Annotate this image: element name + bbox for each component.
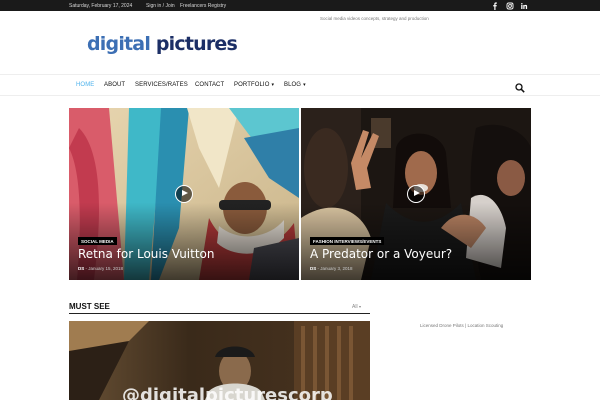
top-bar: Saturday, February 17, 2024 Sign in / Jo… xyxy=(0,0,600,11)
post-title[interactable]: A Predator or a Voyeur? xyxy=(310,247,452,261)
site-logo[interactable]: digital pictures xyxy=(87,33,238,55)
current-date: Saturday, February 17, 2024 xyxy=(69,3,133,9)
featured-post-2[interactable]: FASHION INTERVIEWS/EVENTS A Predator or … xyxy=(301,108,531,280)
logo-word-pictures: pictures xyxy=(155,33,238,55)
chevron-down-icon: ▾ xyxy=(303,82,306,88)
nav-item-portfolio[interactable]: PORTFOLIO ▾ xyxy=(234,82,274,88)
nav-blog-label: BLOG xyxy=(284,82,302,88)
post-author[interactable]: DS xyxy=(78,266,84,271)
nav-portfolio-label: PORTFOLIO xyxy=(234,82,270,88)
facebook-icon[interactable] xyxy=(491,2,499,10)
sidebar-ad-caption[interactable]: Licensed Drone Pilots | Location Scoutin… xyxy=(420,323,503,328)
instagram-icon[interactable] xyxy=(506,2,514,10)
section-divider xyxy=(69,313,370,314)
post-category-badge[interactable]: SOCIAL MEDIA xyxy=(78,237,117,245)
post-date: January 3, 2018 xyxy=(320,266,353,271)
linkedin-icon[interactable] xyxy=(520,2,528,10)
nav-item-home[interactable]: HOME xyxy=(76,82,94,88)
post-meta: DS - January 3, 2018 xyxy=(310,266,353,271)
filter-label: All xyxy=(352,304,358,310)
image-overlay-text: @digitalpicturescorp xyxy=(122,385,333,400)
chevron-down-icon: ▾ xyxy=(271,82,275,88)
post-date: January 15, 2018 xyxy=(88,266,124,271)
must-see-filter-dropdown[interactable]: All ▾ xyxy=(352,304,361,310)
post-author[interactable]: DS xyxy=(310,266,316,271)
play-icon[interactable] xyxy=(407,185,425,203)
nav-item-services[interactable]: SERVICES/RATES xyxy=(135,82,188,88)
post-title[interactable]: Retna for Louis Vuitton xyxy=(78,247,215,261)
nav-item-about[interactable]: ABOUT xyxy=(104,82,125,88)
logo-word-digital: digital xyxy=(87,33,151,55)
must-see-heading: MUST SEE xyxy=(69,302,110,311)
search-icon[interactable] xyxy=(515,80,525,93)
post-category-badge[interactable]: FASHION INTERVIEWS/EVENTS xyxy=(310,237,385,245)
featured-post-1[interactable]: SOCIAL MEDIA Retna for Louis Vuitton DS … xyxy=(69,108,299,280)
main-nav: HOME ABOUT SERVICES/RATES CONTACT PORTFO… xyxy=(0,74,600,96)
sign-in-link[interactable]: Sign in / Join xyxy=(146,3,175,9)
play-icon[interactable] xyxy=(175,185,193,203)
nav-item-contact[interactable]: CONTACT xyxy=(195,82,224,88)
chevron-down-icon: ▾ xyxy=(358,304,361,309)
site-tagline: Social media videos concepts, strategy a… xyxy=(320,16,429,21)
must-see-post[interactable]: @digitalpicturescorp xyxy=(69,321,370,400)
post-meta: DS - January 15, 2018 xyxy=(78,266,124,271)
nav-item-blog[interactable]: BLOG ▾ xyxy=(284,82,306,88)
freelancers-registry-link[interactable]: Freelancers Registry xyxy=(180,3,226,9)
